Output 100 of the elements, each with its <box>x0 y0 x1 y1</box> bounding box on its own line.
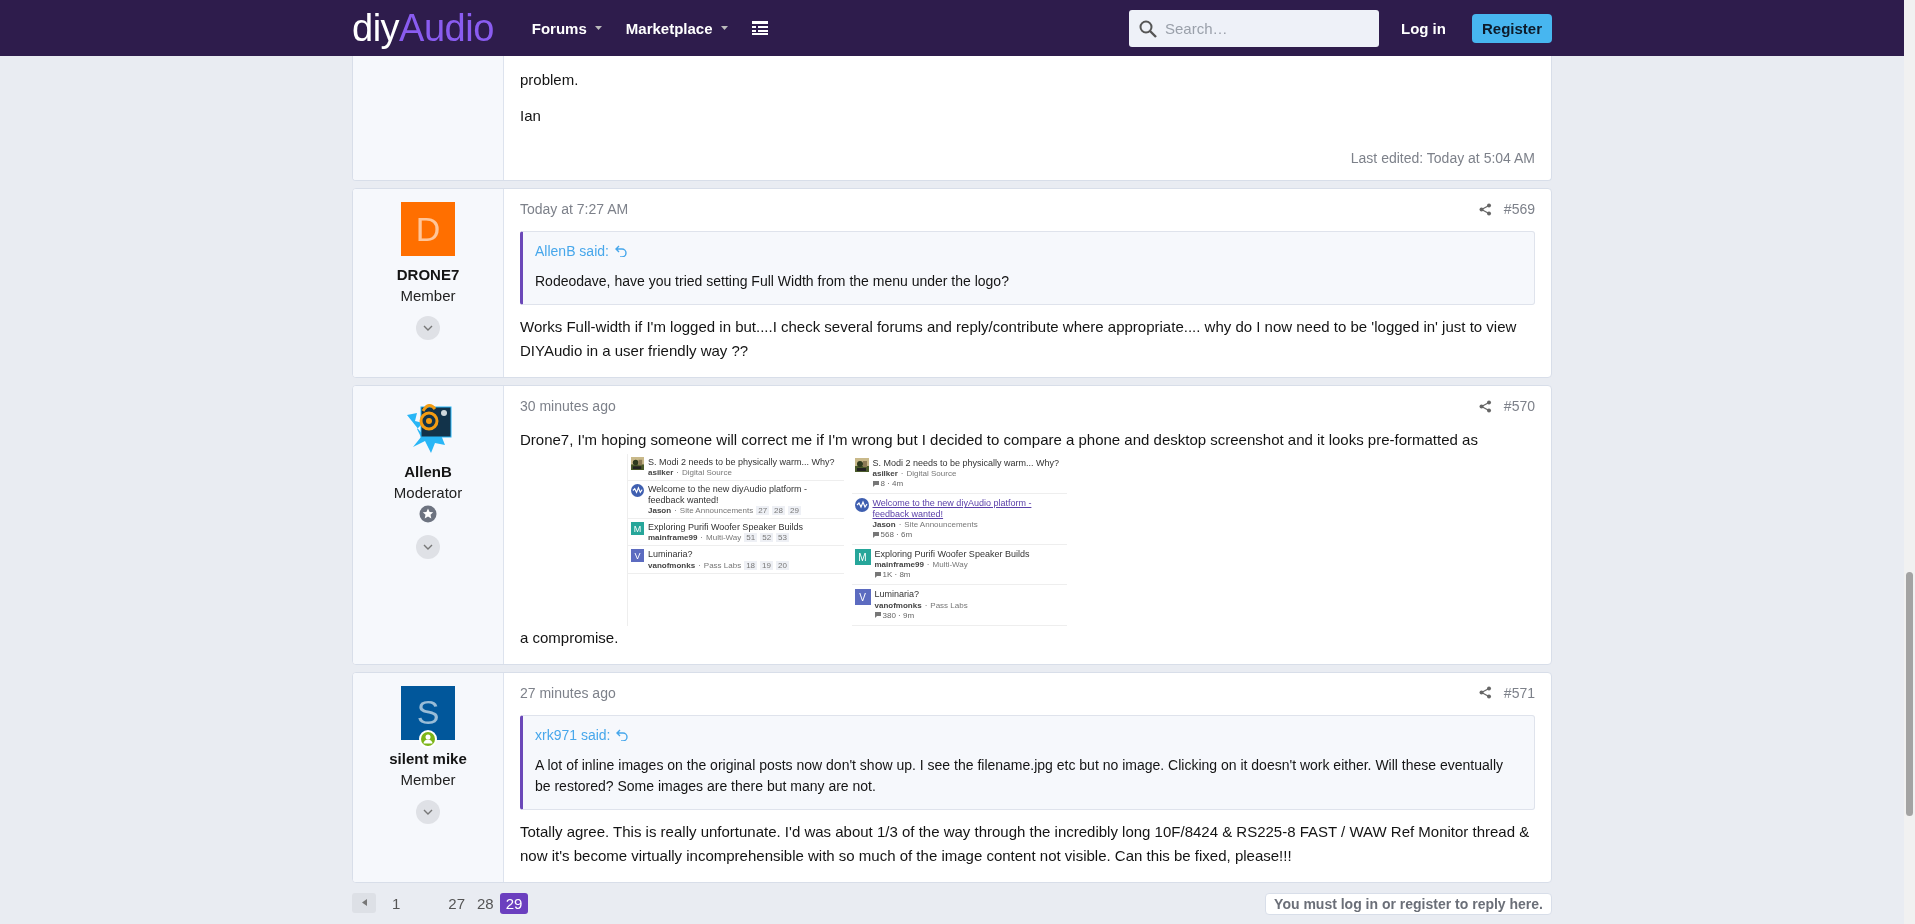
page-number[interactable]: 28 <box>772 506 785 516</box>
post-number[interactable]: #571 <box>1503 684 1535 701</box>
letter-avatar: M <box>854 549 871 566</box>
thread-title[interactable]: Welcome to the new diyAudio platform - feedback wanted! <box>648 484 841 506</box>
post-text: Ian <box>520 106 542 126</box>
caret-icon <box>361 899 367 907</box>
thread-author: vanofmonks <box>874 600 922 610</box>
post-text: Totally agree. This is really unfortunate. I'd was about 1/3 of the way through the incredibly long 10F/8424 & RS225-8 FAST / WAW Ref Monitor thread & now it's become virtually incomprehensible with so much of the image content not visible. Can this be fixed, please!!! <box>520 821 1531 866</box>
list-icon[interactable] <box>751 21 768 35</box>
thread-stats: 380 · 9m <box>882 610 915 620</box>
site-logo[interactable]: diyAudio <box>352 9 494 47</box>
forum-name: Multi-Way <box>932 560 968 570</box>
thread-author: vanofmonks <box>648 560 696 570</box>
separator-dot: · <box>924 600 928 610</box>
nav-link[interactable]: Forums <box>531 19 602 37</box>
forum-name: Digital Source <box>682 468 732 478</box>
previous-page-button[interactable] <box>352 892 376 913</box>
username[interactable]: silent mike <box>389 749 467 767</box>
post-time[interactable]: 30 minutes ago <box>520 398 616 414</box>
page-number[interactable]: 52 <box>760 533 774 543</box>
letter-avatar: M <box>631 522 644 536</box>
search-field[interactable]: Search… <box>1128 9 1379 47</box>
search-icon <box>1138 19 1157 38</box>
forum-name: Site Announcements <box>904 520 978 530</box>
last-edited: Last edited: Today at 5:04 AM <box>1350 150 1535 166</box>
page-button[interactable]: 28 <box>471 892 500 914</box>
page-button[interactable]: 1 <box>386 892 407 914</box>
share-icon[interactable] <box>1478 686 1492 700</box>
separator-dot: · <box>698 560 701 570</box>
thread-stats: 1K · 8m <box>882 570 911 580</box>
letter-avatar: V <box>631 549 644 563</box>
page-button[interactable]: 27 <box>442 892 472 914</box>
user-title: Moderator <box>393 484 463 501</box>
scrollbar[interactable] <box>1904 0 1915 924</box>
thread-title[interactable]: Luminaria? <box>648 549 789 560</box>
separator-dot: · <box>700 533 704 543</box>
comment-icon <box>872 480 879 487</box>
chevron-icon <box>423 808 433 815</box>
post-number[interactable]: #570 <box>1503 398 1535 414</box>
post-number[interactable]: #569 <box>1503 201 1535 217</box>
page-number[interactable]: 51 <box>744 533 758 543</box>
reply-icon <box>614 245 627 257</box>
user-title: Member <box>400 287 456 304</box>
post-text: problem. <box>520 70 580 90</box>
quote-text: A lot of inline images on the original posts now don't show up. I see the filename.jpg etc but no image. Clicking on it doesn't work either. Will these eventually be restored? Some images are there but many are not. <box>535 755 1504 796</box>
expand-button[interactable] <box>416 799 440 824</box>
nav-link[interactable]: Marketplace <box>625 19 728 37</box>
chevron-icon <box>423 544 433 550</box>
forum-name: Pass Labs <box>930 600 968 610</box>
thread-title[interactable]: Exploring Purifi Woofer Speaker Builds <box>648 522 803 533</box>
thread-title[interactable]: Exploring Purifi Woofer Speaker Builds <box>874 549 1030 560</box>
share-icon[interactable] <box>1478 202 1492 216</box>
separator-dot: · <box>926 560 930 570</box>
separator-dot: · <box>898 520 902 530</box>
thread-title[interactable]: S. Modi 2 needs to be physically warm... Why? <box>648 457 835 468</box>
reply-icon <box>616 728 629 741</box>
thread-stats: 568 · 6m <box>880 530 913 540</box>
thread-title[interactable]: Welcome to the new diyAudio platform - feedback wanted! <box>872 498 1064 520</box>
forum-name: Digital Source <box>906 469 957 479</box>
page-number[interactable]: 27 <box>756 506 770 516</box>
page-number[interactable]: 18 <box>744 560 758 570</box>
caret-icon <box>720 26 728 30</box>
thread-author: mainframe99 <box>874 560 924 570</box>
post-text: Drone7, I'm hoping someone will correct me if I'm wrong but I decided to compare a phone and desktop screenshot and it looks pre-formatted as <box>520 430 1479 450</box>
thread-title[interactable]: S. Modi 2 needs to be physically warm... Why? <box>872 458 1060 469</box>
user-title: Member <box>400 770 456 788</box>
forum-name: Multi-Way <box>706 533 742 543</box>
username[interactable]: DRONE7 <box>396 266 460 283</box>
expand-button[interactable] <box>416 535 440 559</box>
separator-dot: · <box>676 468 680 478</box>
login-link[interactable]: Log in <box>1400 19 1446 37</box>
post-text: a compromise. <box>520 627 620 648</box>
page-number[interactable]: 20 <box>775 560 789 570</box>
post-time[interactable]: 27 minutes ago <box>520 684 616 701</box>
wave-logo-icon <box>854 498 869 513</box>
quote-text: Rodeodave, have you tried setting Full Width from the menu under the logo? <box>535 272 1010 291</box>
post-text: Works Full-width if I'm logged in but....I check several forums and reply/contribute where appropriate.... why do I now need to be 'logged in' just to view DIYAudio in a user friendly way ?? <box>520 317 1518 361</box>
comment-icon <box>872 531 879 538</box>
thread-author: Jason <box>872 520 896 530</box>
page-button[interactable]: 29 <box>499 892 529 914</box>
caret-icon <box>594 26 602 30</box>
thread-stats: 8 · 4m <box>880 479 904 489</box>
letter-avatar: V <box>854 589 871 606</box>
page-number[interactable]: 53 <box>776 533 789 543</box>
post-time[interactable]: Today at 7:27 AM <box>520 201 629 217</box>
page-number[interactable]: 19 <box>760 560 773 570</box>
expand-button[interactable] <box>416 316 440 340</box>
share-icon[interactable] <box>1478 399 1492 413</box>
thread-author: asilker <box>648 468 674 478</box>
username[interactable]: AllenB <box>404 463 452 480</box>
register-button[interactable]: Register <box>1471 13 1552 43</box>
thread-title[interactable]: Luminaria? <box>874 589 968 600</box>
wave-logo-icon <box>631 484 644 498</box>
letter-avatar[interactable]: S <box>401 685 455 740</box>
scrollbar-thumb[interactable] <box>1906 572 1913 816</box>
chevron-icon <box>423 325 433 331</box>
thread-author: asilker <box>872 469 898 479</box>
reply-notice: You must log in or register to reply here. <box>1265 892 1552 915</box>
page-number[interactable]: 29 <box>788 506 801 516</box>
comment-icon <box>874 612 881 619</box>
